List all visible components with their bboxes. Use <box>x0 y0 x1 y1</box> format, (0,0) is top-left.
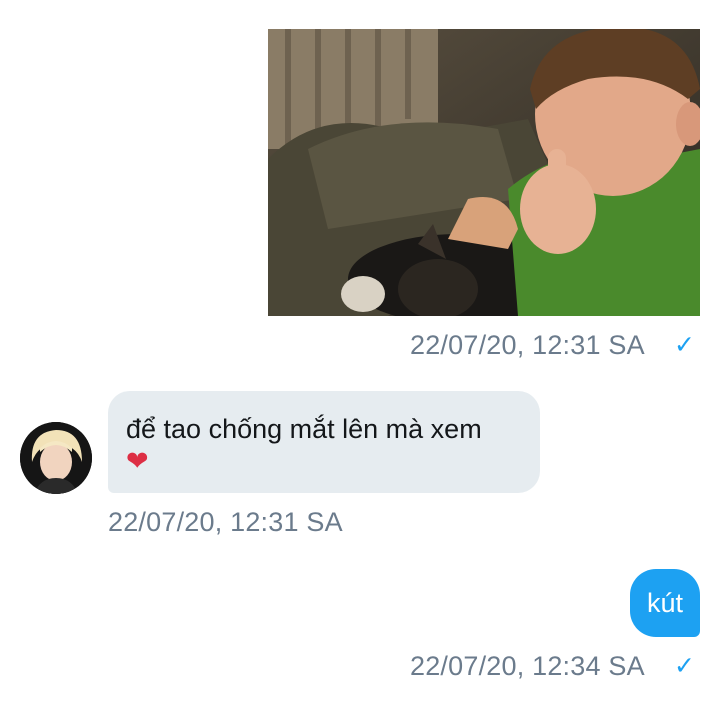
message-text: để tao chống mắt lên mà xem <box>126 414 482 444</box>
checkmark-icon: ✓ <box>674 331 695 359</box>
message-timestamp: 22/07/20, 12:31 SA <box>410 330 645 360</box>
message-timestamp: 22/07/20, 12:34 SA <box>410 651 645 681</box>
message-timestamp: 22/07/20, 12:31 SA <box>108 507 343 537</box>
message-text: kút <box>646 587 684 618</box>
incoming-message-bubble[interactable]: để tao chống mắt lên mà xem ❤ <box>108 391 540 493</box>
checkmark-icon: ✓ <box>674 652 695 680</box>
sent-photo[interactable] <box>268 29 700 316</box>
heart-icon: ❤ <box>126 446 149 476</box>
avatar[interactable] <box>20 422 92 494</box>
outgoing-message-bubble[interactable]: kút <box>630 569 700 637</box>
